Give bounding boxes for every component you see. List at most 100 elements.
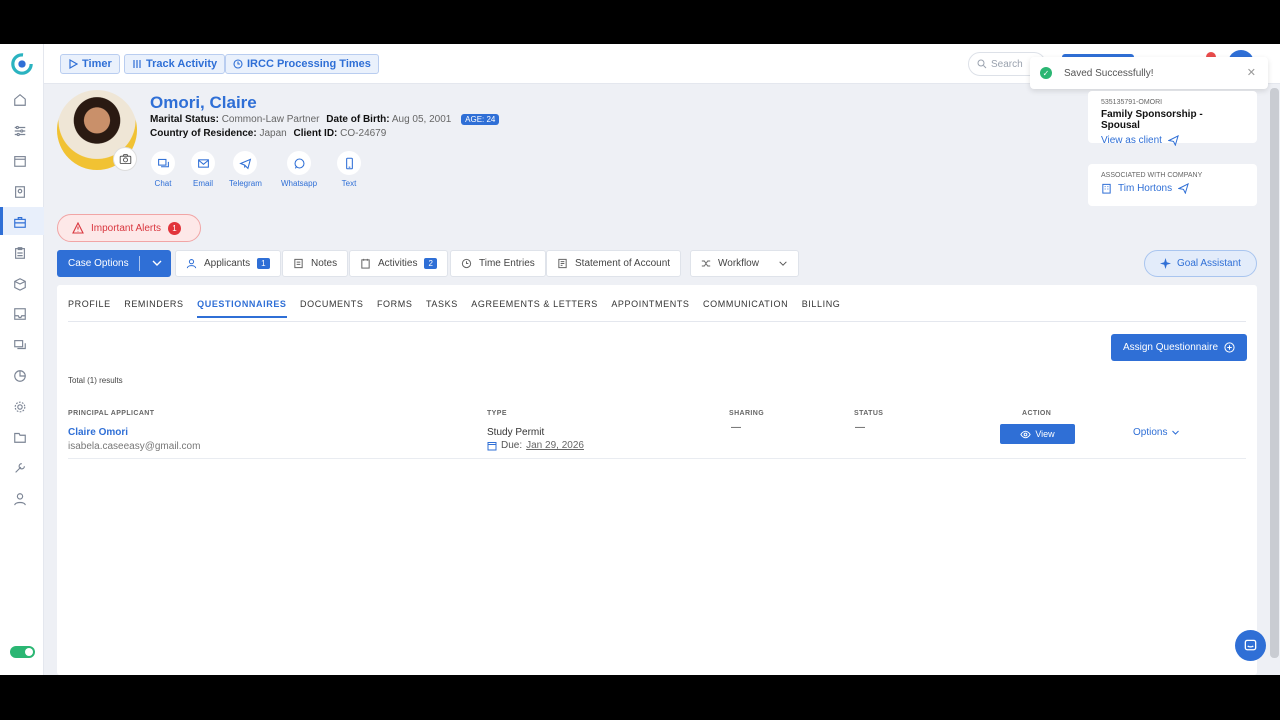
search-placeholder: Search <box>991 58 1023 70</box>
view-as-client-label: View as client <box>1101 135 1162 146</box>
dob-value: Aug 05, 2001 <box>391 114 452 125</box>
messages-icon[interactable] <box>13 338 27 352</box>
text-contact-button[interactable]: Text <box>337 151 361 188</box>
email-contact-button[interactable]: Email <box>191 151 215 188</box>
briefcase-icon[interactable] <box>13 215 27 229</box>
case-options-label: Case Options <box>68 258 129 269</box>
folder-icon[interactable] <box>13 430 27 444</box>
dob-label: Date of Birth: <box>326 114 390 125</box>
main-panel: PROFILE REMINDERS QUESTIONNAIRES DOCUMEN… <box>57 285 1257 675</box>
chevron-down-icon[interactable] <box>778 258 788 269</box>
residence-value: Japan <box>259 128 287 139</box>
activities-button[interactable]: Activities 2 <box>349 250 448 277</box>
whatsapp-contact-button[interactable]: Whatsapp <box>281 151 317 188</box>
chat-bubble-icon <box>1244 639 1257 651</box>
tab-documents[interactable]: DOCUMENTS <box>300 299 363 318</box>
track-activity-button[interactable]: Track Activity <box>124 54 226 74</box>
applicants-count-badge: 1 <box>257 258 270 269</box>
timer-label: Timer <box>82 58 112 70</box>
email-icon <box>191 151 215 175</box>
sliders-icon[interactable] <box>13 124 27 138</box>
important-alerts-button[interactable]: Important Alerts 1 <box>57 214 201 242</box>
applicants-label: Applicants <box>204 258 251 269</box>
company-card: ASSOCIATED WITH COMPANY Tim Hortons <box>1088 164 1257 206</box>
track-activity-label: Track Activity <box>146 58 218 70</box>
case-options-button[interactable]: Case Options <box>57 250 171 277</box>
company-link[interactable]: Tim Hortons <box>1101 183 1244 194</box>
tab-reminders[interactable]: REMINDERS <box>124 299 183 318</box>
goal-assistant-button[interactable]: Goal Assistant <box>1144 250 1257 277</box>
header-status: STATUS <box>854 410 884 417</box>
view-label: View <box>1035 429 1055 439</box>
client-id-label: Client ID: <box>293 128 338 139</box>
clock-icon <box>461 258 472 269</box>
play-icon <box>69 59 78 69</box>
applicants-button[interactable]: Applicants 1 <box>175 250 281 277</box>
header-principal-applicant: PRINCIPAL APPLICANT <box>68 410 155 417</box>
telegram-label: Telegram <box>229 179 262 188</box>
due-date-value[interactable]: Jan 29, 2026 <box>526 440 584 451</box>
client-info-line-2: Country of Residence: Japan Client ID: C… <box>150 128 390 139</box>
view-button[interactable]: View <box>1000 424 1075 444</box>
sliders-icon <box>133 60 141 68</box>
inbox-icon[interactable] <box>13 307 27 321</box>
tab-tasks[interactable]: TASKS <box>426 299 458 318</box>
notes-button[interactable]: Notes <box>282 250 349 277</box>
success-toast: ✓ Saved Successfully! ✕ <box>1030 57 1268 89</box>
statement-of-account-label: Statement of Account <box>575 258 671 269</box>
button-divider <box>139 256 140 271</box>
statement-of-account-button[interactable]: Statement of Account <box>546 250 682 277</box>
shuffle-icon <box>701 260 711 267</box>
reports-pie-icon[interactable] <box>13 369 27 383</box>
app-logo-icon[interactable] <box>11 53 33 75</box>
tab-billing[interactable]: BILLING <box>802 299 841 318</box>
settings-gear-icon[interactable] <box>13 400 27 414</box>
calendar-icon[interactable] <box>13 154 27 168</box>
warning-icon <box>72 222 84 234</box>
clipboard-icon[interactable] <box>13 246 27 260</box>
user-icon[interactable] <box>13 492 27 506</box>
tab-profile[interactable]: PROFILE <box>68 299 111 318</box>
chat-contact-button[interactable]: Chat <box>151 151 175 188</box>
applicant-name-link[interactable]: Claire Omori <box>68 427 128 438</box>
tab-appointments[interactable]: APPOINTMENTS <box>611 299 689 318</box>
options-dropdown[interactable]: Options <box>1133 427 1180 438</box>
telegram-contact-button[interactable]: Telegram <box>229 151 262 188</box>
assign-questionnaire-label: Assign Questionnaire <box>1122 342 1219 353</box>
due-label: Due: <box>501 440 523 451</box>
theme-toggle[interactable] <box>10 646 35 658</box>
tab-agreements-letters[interactable]: AGREEMENTS & LETTERS <box>471 299 598 318</box>
tab-forms[interactable]: FORMS <box>377 299 413 318</box>
tab-communication[interactable]: COMMUNICATION <box>703 299 788 318</box>
page-scrollbar[interactable] <box>1270 88 1279 658</box>
residence-label: Country of Residence: <box>150 128 257 139</box>
view-as-client-link[interactable]: View as client <box>1101 135 1244 146</box>
marital-status-label: Marital Status: <box>150 114 219 125</box>
client-info-line-1: Marital Status: Common-Law Partner Date … <box>150 114 500 125</box>
package-icon[interactable] <box>13 277 27 291</box>
important-alerts-label: Important Alerts <box>91 222 162 234</box>
chevron-down-icon[interactable] <box>151 257 163 269</box>
goal-assistant-label: Goal Assistant <box>1177 258 1241 269</box>
tools-icon[interactable] <box>13 461 27 475</box>
plus-circle-icon <box>1224 342 1235 353</box>
close-icon[interactable]: ✕ <box>1247 66 1256 79</box>
email-label: Email <box>192 179 213 188</box>
ircc-processing-times-button[interactable]: IRCC Processing Times <box>225 54 379 74</box>
home-icon[interactable] <box>13 93 27 107</box>
eye-icon <box>1020 430 1031 438</box>
timer-button[interactable]: Timer <box>60 54 120 74</box>
alerts-count-badge: 1 <box>168 221 182 235</box>
support-chat-button[interactable] <box>1235 630 1266 661</box>
contacts-icon[interactable] <box>13 185 27 199</box>
time-entries-button[interactable]: Time Entries <box>450 250 546 277</box>
header-action: ACTION <box>1022 410 1052 417</box>
camera-icon[interactable] <box>113 147 137 171</box>
workflow-button[interactable]: Workflow <box>690 250 799 277</box>
toast-message: Saved Successfully! <box>1064 67 1154 79</box>
tab-questionnaires[interactable]: QUESTIONNAIRES <box>197 299 287 318</box>
sidebar <box>0 44 44 675</box>
notes-label: Notes <box>311 258 338 269</box>
sidebar-active-indicator <box>0 207 3 235</box>
assign-questionnaire-button[interactable]: Assign Questionnaire <box>1111 334 1247 361</box>
